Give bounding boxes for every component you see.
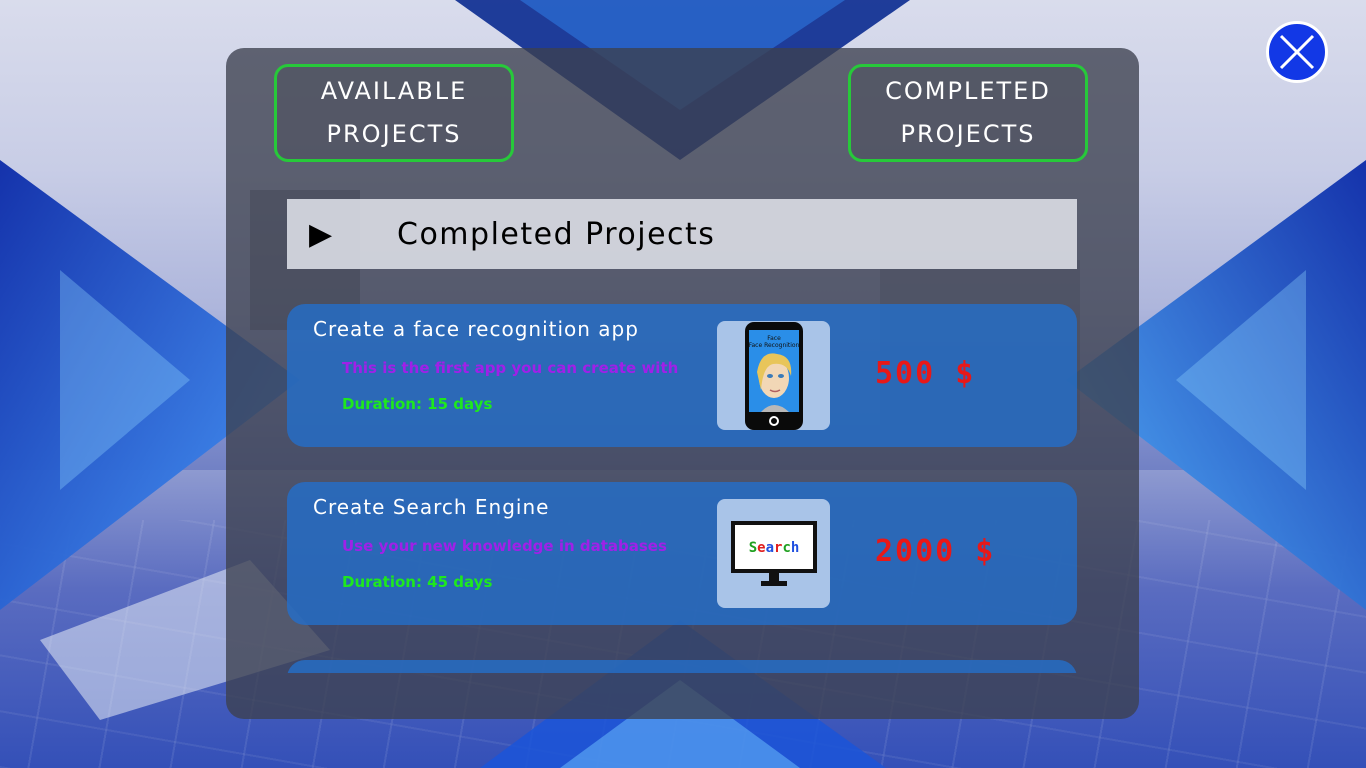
section-title: Completed Projects xyxy=(397,216,716,252)
tab-completed-projects[interactable]: COMPLETED PROJECTS xyxy=(848,64,1088,162)
project-card[interactable]: Create Search Engine Use your new knowle… xyxy=(287,482,1077,625)
play-arrow-icon: ▶ xyxy=(309,216,333,252)
monitor-search-icon: Search xyxy=(730,520,817,586)
projects-panel: AVAILABLE PROJECTS COMPLETED PROJECTS ▶ … xyxy=(226,48,1139,719)
project-price: 500 $ xyxy=(875,356,976,391)
project-description: This is the first app you can create wit… xyxy=(342,359,679,377)
project-duration: Duration: 15 days xyxy=(342,395,493,413)
tab-available-line1: AVAILABLE xyxy=(320,77,468,105)
phone-face-icon: Face Face Recognition xyxy=(744,321,803,430)
section-header[interactable]: ▶ Completed Projects xyxy=(287,199,1077,269)
project-description: Use your new knowledge in databases xyxy=(342,537,667,555)
project-title: Create a face recognition app xyxy=(313,317,639,341)
project-thumbnail: Search xyxy=(717,499,830,608)
project-price: 2000 $ xyxy=(875,534,996,569)
close-icon xyxy=(1279,34,1315,70)
tab-completed-line2: PROJECTS xyxy=(900,120,1036,148)
thumb-caption: Face Recognition xyxy=(748,342,799,349)
svg-text:Search: Search xyxy=(748,540,799,556)
project-list[interactable]: Create a face recognition app This is th… xyxy=(287,304,1077,673)
close-button[interactable] xyxy=(1266,21,1328,83)
project-card[interactable]: Create a face recognition app This is th… xyxy=(287,304,1077,447)
project-title: Create Search Engine xyxy=(313,495,550,519)
project-duration: Duration: 45 days xyxy=(342,573,493,591)
tab-available-line2: PROJECTS xyxy=(326,120,462,148)
svg-text:Face: Face xyxy=(767,335,781,342)
tab-completed-line1: COMPLETED xyxy=(885,77,1051,105)
project-thumbnail: Face Face Recognition xyxy=(717,321,830,430)
project-card[interactable] xyxy=(287,660,1077,673)
tab-available-projects[interactable]: AVAILABLE PROJECTS xyxy=(274,64,514,162)
